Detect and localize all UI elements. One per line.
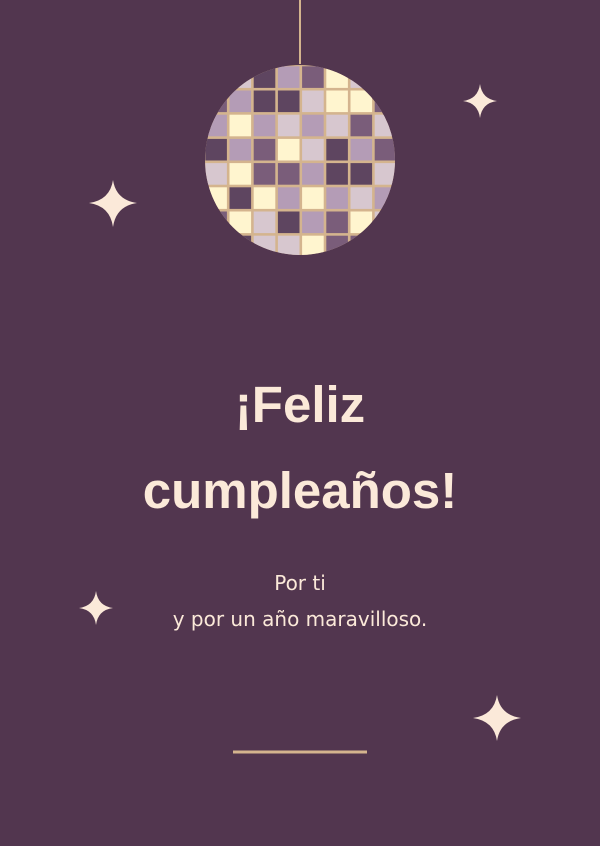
disco-tile <box>277 187 300 209</box>
disco-tile <box>350 235 373 255</box>
disco-tile <box>229 138 252 161</box>
disco-tile <box>302 211 324 234</box>
disco-tile <box>229 187 252 209</box>
disco-tile <box>277 138 300 161</box>
disco-tile <box>253 211 276 234</box>
disco-tile <box>205 138 227 161</box>
disco-tile <box>350 114 373 137</box>
disco-tile <box>326 163 348 185</box>
disco-tile <box>277 211 300 234</box>
message-line-2: y por un año maravilloso. <box>172 607 428 631</box>
birthday-card: ¡Feliz cumpleaños! Por ti y por un año m… <box>0 0 600 846</box>
disco-tile <box>326 211 348 234</box>
disco-tile <box>350 187 373 209</box>
disco-tile <box>326 138 348 161</box>
disco-tile <box>374 235 395 255</box>
disco-tile <box>205 211 227 234</box>
disco-tile <box>326 66 348 88</box>
disco-tile <box>229 66 252 88</box>
disco-tile <box>277 235 300 255</box>
disco-tile <box>229 235 252 255</box>
disco-tile <box>253 235 276 255</box>
disco-tile <box>374 114 395 137</box>
disco-tile <box>277 163 300 185</box>
disco-tile <box>302 90 324 113</box>
disco-tile <box>326 114 348 137</box>
disco-tile <box>302 163 324 185</box>
disco-tile <box>253 90 276 113</box>
disco-tile <box>374 66 395 88</box>
disco-tile <box>277 66 300 88</box>
headline-line-1: ¡Feliz <box>234 376 366 433</box>
disco-tile <box>350 138 373 161</box>
sparkle-icon-top-right <box>463 84 497 118</box>
disco-tile <box>205 66 227 88</box>
disco-tile <box>277 114 300 137</box>
disco-tile <box>326 90 348 113</box>
disco-tile <box>374 163 395 185</box>
disco-tile <box>205 163 227 185</box>
headline-line-2: cumpleaños! <box>142 462 458 519</box>
disco-tile <box>302 114 324 137</box>
disco-tile <box>253 163 276 185</box>
disco-tile <box>374 187 395 209</box>
disco-tile <box>326 187 348 209</box>
disco-tile <box>277 90 300 113</box>
disco-tile <box>205 187 227 209</box>
disco-tile <box>302 66 324 88</box>
disco-tile <box>253 187 276 209</box>
disco-tile <box>253 138 276 161</box>
disco-tile <box>205 114 227 137</box>
disco-tile <box>302 138 324 161</box>
disco-tile <box>374 138 395 161</box>
disco-tile <box>374 90 395 113</box>
message-line-1: Por ti <box>274 571 326 595</box>
disco-tile <box>205 90 227 113</box>
disco-tile <box>253 66 276 88</box>
disco-tile <box>253 114 276 137</box>
sparkle-icon-left <box>89 180 137 227</box>
disco-tile <box>229 90 252 113</box>
disco-tile <box>229 163 252 185</box>
disco-tile <box>326 235 348 255</box>
disco-tile <box>350 66 373 88</box>
disco-tile <box>229 114 252 137</box>
disco-tile <box>350 163 373 185</box>
disco-tile <box>350 90 373 113</box>
disco-tile <box>302 187 324 209</box>
sparkle-icon-bottom-right <box>473 695 521 741</box>
disco-tile <box>302 235 324 255</box>
disco-tile <box>205 235 227 255</box>
disco-tile <box>350 211 373 234</box>
disco-tile <box>229 211 252 234</box>
disco-ball-icon <box>205 65 395 255</box>
disco-tile <box>374 211 395 234</box>
